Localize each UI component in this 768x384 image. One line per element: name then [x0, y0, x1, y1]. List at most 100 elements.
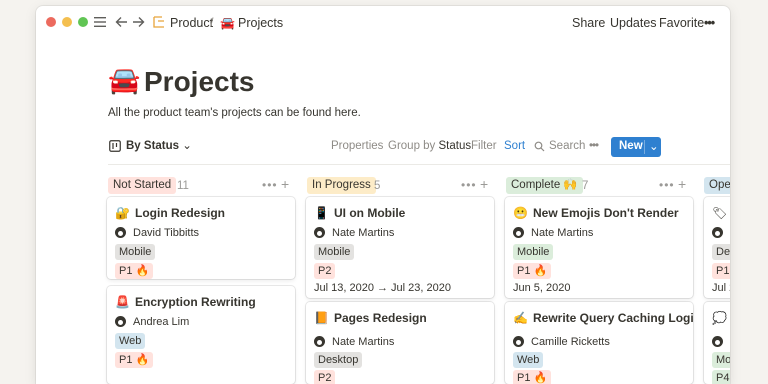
speech-bubble-icon: 💭: [712, 311, 727, 325]
card-pages-redesign[interactable]: 📙 Pages Redesign Nate Martins Desktop P2: [306, 302, 494, 384]
assignee-name: Nate Martins: [531, 227, 594, 239]
due-date: Jun 5, 2020: [513, 282, 571, 294]
product-page-icon: [153, 16, 164, 28]
card-assignee: Camille Ricketts: [513, 335, 610, 349]
status-tag: Ope: [704, 177, 730, 194]
share-button[interactable]: Share: [572, 15, 605, 31]
type-tag: Des: [712, 244, 730, 260]
new-button[interactable]: New ⌄: [611, 137, 661, 157]
card-assignee: Andrea Lim: [115, 315, 189, 329]
writing-hand-icon: ✍: [513, 311, 528, 325]
top-bar: Product / 🚘 Projects Share Updates Favor…: [36, 6, 730, 40]
type-tag: Mobile: [314, 244, 355, 260]
search-icon: [534, 141, 545, 152]
date-range: Jul 13, 2020 → Jul 23, 2020: [314, 282, 451, 294]
avatar: [513, 336, 524, 347]
card-title-text: Login Redesign: [135, 206, 225, 220]
card-title: 🔐 Login Redesign: [115, 205, 225, 221]
date-range: Jul 2: [712, 282, 730, 294]
priority-tag: P1 🔥: [712, 263, 730, 279]
car-emoji-icon: 🚘: [108, 65, 141, 95]
column-more-icon[interactable]: •••: [262, 178, 278, 192]
filter-button[interactable]: Filter: [471, 139, 497, 154]
favorite-button[interactable]: Favorite: [659, 15, 704, 31]
column-header-complete[interactable]: Complete 🙌: [506, 177, 583, 195]
card-open-1[interactable]: 🏷F N Des P1 🔥 Jul 2: [704, 197, 730, 298]
card-title: 🚨 Encryption Rewriting: [115, 294, 256, 310]
card-title-text: New Emojis Don't Render: [533, 206, 679, 220]
card-encryption-rewriting[interactable]: 🚨 Encryption Rewriting Andrea Lim Web P1 …: [107, 286, 295, 384]
board-view-icon: [109, 140, 121, 152]
close-window-button[interactable]: [46, 17, 56, 27]
card-open-2[interactable]: 💭C S Mol P4: [704, 302, 730, 384]
avatar: [712, 336, 723, 347]
minimize-window-button[interactable]: [62, 17, 72, 27]
status-tag: Not Started: [108, 177, 177, 194]
maximize-window-button[interactable]: [78, 17, 88, 27]
chevron-down-icon: ⌄: [182, 140, 192, 152]
sidebar-menu-icon[interactable]: [93, 16, 107, 28]
card-ui-on-mobile[interactable]: 📱 UI on Mobile Nate Martins Mobile P2 Jul…: [306, 197, 494, 298]
chevron-down-icon[interactable]: ⌄: [649, 139, 659, 153]
app-window: Product / 🚘 Projects Share Updates Favor…: [36, 6, 730, 384]
priority-tag: P2: [314, 370, 336, 384]
assignee-name: Nate Martins: [332, 227, 395, 239]
mobile-phone-icon: 📱: [314, 206, 329, 220]
type-tag: Web: [513, 352, 544, 368]
page-description: All the product team's projects can be f…: [108, 107, 361, 119]
priority-tag: P1 🔥: [115, 352, 154, 368]
card-assignee: N: [712, 226, 730, 240]
card-title-text: Pages Redesign: [334, 311, 427, 325]
card-title: 📱 UI on Mobile: [314, 205, 405, 221]
status-tag: In Progress: [307, 177, 376, 194]
column-count: 7: [582, 180, 589, 192]
breadcrumb-projects[interactable]: Projects: [238, 15, 283, 31]
assignee-name: Nate Martins: [332, 336, 395, 348]
avatar: [513, 227, 524, 238]
new-button-divider: [644, 140, 645, 154]
page-title: Projects: [144, 66, 255, 97]
card-assignee: Nate Martins: [513, 226, 593, 240]
avatar: [314, 227, 325, 238]
properties-button[interactable]: Properties: [331, 139, 383, 154]
column-count: 5: [374, 180, 381, 192]
breadcrumb-product[interactable]: Product: [170, 15, 213, 31]
card-assignee: Nate Martins: [314, 226, 394, 240]
card-assignee: David Tibbitts: [115, 226, 199, 240]
column-header-not-started[interactable]: Not Started: [108, 177, 177, 195]
card-rewrite-query[interactable]: ✍ Rewrite Query Caching Logic Camille Ric…: [505, 302, 693, 384]
avatar: [115, 316, 126, 327]
group-by-value: Status: [438, 140, 472, 152]
column-more-icon[interactable]: •••: [461, 178, 477, 192]
more-options-button[interactable]: •••: [704, 15, 715, 31]
type-tag: Web: [115, 333, 146, 349]
siren-icon: 🚨: [115, 295, 130, 309]
card-title: 💭C: [712, 310, 730, 326]
column-count: 11: [177, 180, 189, 192]
book-icon: 📙: [314, 311, 329, 325]
new-button-label: New: [619, 140, 643, 152]
back-arrow-icon[interactable]: [115, 16, 128, 28]
card-title: 📙 Pages Redesign: [314, 310, 427, 326]
add-card-icon[interactable]: +: [678, 176, 687, 192]
assignee-name: David Tibbitts: [133, 227, 200, 239]
column-header-open[interactable]: Ope: [704, 177, 730, 195]
type-tag: Mobile: [115, 244, 156, 260]
column-header-in-progress[interactable]: In Progress: [307, 177, 376, 195]
lock-key-icon: 🔐: [115, 206, 130, 220]
breadcrumb-separator: /: [210, 16, 214, 30]
card-new-emojis[interactable]: 😬 New Emojis Don't Render Nate Martins Mo…: [505, 197, 693, 298]
priority-tag: P1 🔥: [513, 370, 552, 384]
toolbar-more-button[interactable]: •••: [589, 139, 599, 154]
toolbar-divider: [108, 164, 730, 165]
updates-button[interactable]: Updates: [610, 15, 657, 31]
sort-button[interactable]: Sort: [504, 139, 525, 154]
column-more-icon[interactable]: •••: [659, 178, 675, 192]
search-button[interactable]: Search: [549, 139, 585, 154]
group-by-button[interactable]: Group by Status: [388, 139, 471, 154]
card-login-redesign[interactable]: 🔐 Login Redesign David Tibbitts Mobile P1…: [107, 197, 295, 279]
add-card-icon[interactable]: +: [281, 176, 290, 192]
add-card-icon[interactable]: +: [480, 176, 489, 192]
view-selector[interactable]: By Status ⌄: [126, 139, 192, 154]
forward-arrow-icon[interactable]: [132, 16, 145, 28]
